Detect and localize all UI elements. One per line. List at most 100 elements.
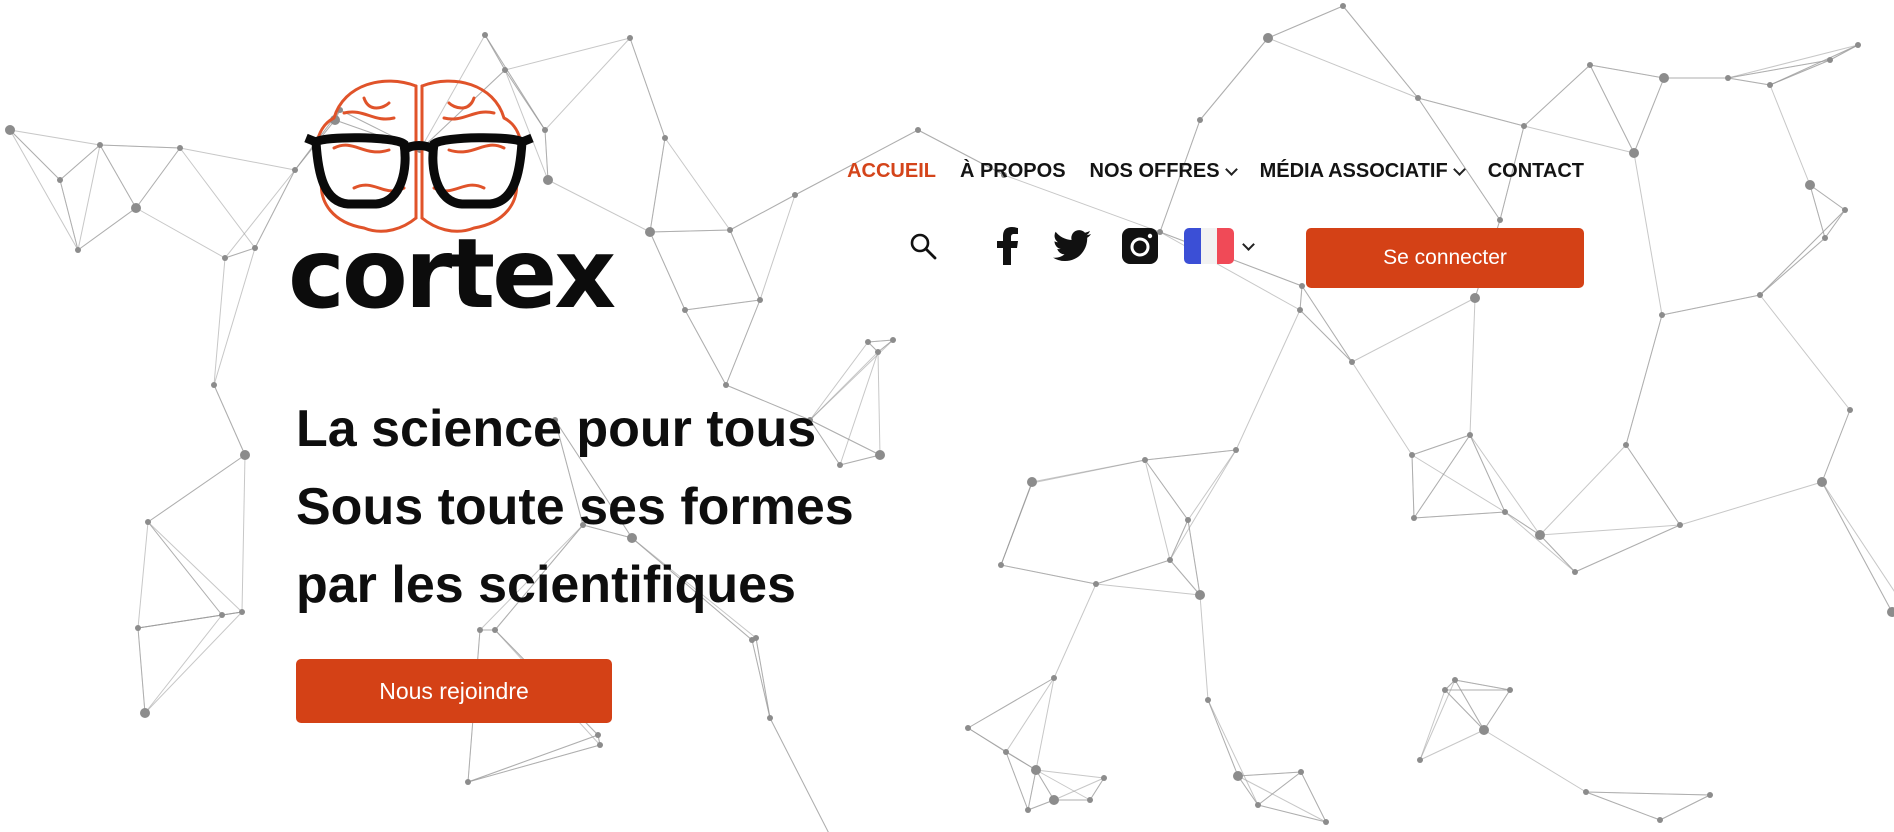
network-node [645, 227, 655, 237]
network-node [727, 227, 733, 233]
brand-name: cortex [288, 218, 616, 330]
network-node [1822, 235, 1828, 241]
network-node [1725, 75, 1731, 81]
network-node [1263, 33, 1273, 43]
network-node [1805, 180, 1815, 190]
network-node [1003, 749, 1009, 755]
network-node [998, 562, 1004, 568]
brain-glasses-icon [304, 79, 534, 233]
twitter-icon[interactable] [1052, 226, 1092, 266]
nav-item-label: ACCUEIL [847, 160, 936, 182]
network-node [865, 339, 871, 345]
network-node [1521, 123, 1527, 129]
network-node [131, 203, 141, 213]
nav-item-label: MÉDIA ASSOCIATIF [1259, 160, 1448, 182]
hero-line-2: Sous toute ses formes [296, 478, 854, 536]
nav-item-a-propos[interactable]: À PROPOS [960, 160, 1066, 183]
network-node [1297, 307, 1303, 313]
network-node [875, 349, 881, 355]
network-node [1502, 509, 1508, 515]
search-icon[interactable] [906, 229, 940, 263]
network-node [682, 307, 688, 313]
network-node [1659, 312, 1665, 318]
network-node [662, 135, 668, 141]
network-node [875, 450, 885, 460]
instagram-icon[interactable] [1120, 226, 1160, 266]
network-node [597, 742, 603, 748]
network-node [627, 35, 633, 41]
network-node [145, 519, 151, 525]
network-node [1415, 95, 1421, 101]
hero: La science pour tous Sous toute ses form… [296, 390, 854, 624]
network-node [97, 142, 103, 148]
network-node [57, 177, 63, 183]
network-node [1101, 775, 1107, 781]
logo[interactable]: cortex [288, 78, 616, 322]
network-node [1323, 819, 1329, 825]
language-selector[interactable] [1184, 228, 1255, 264]
network-node [965, 725, 971, 731]
network-node [767, 715, 773, 721]
network-node [239, 609, 245, 615]
network-node [1409, 452, 1415, 458]
network-node [1507, 687, 1513, 693]
network-node [1233, 771, 1243, 781]
nav-item-label: NOS OFFRES [1089, 160, 1220, 182]
flag-fr-icon [1184, 228, 1234, 264]
hero-line-1: La science pour tous [296, 400, 817, 458]
network-node [177, 145, 183, 151]
network-node [1340, 3, 1346, 9]
network-node [502, 67, 508, 73]
network-node [1185, 517, 1191, 523]
network-node [1623, 442, 1629, 448]
nav-item-nos-offres[interactable]: NOS OFFRES [1089, 160, 1238, 183]
network-node [75, 247, 81, 253]
network-node [1470, 293, 1480, 303]
background-network [5, 3, 1894, 832]
network-node [1497, 217, 1503, 223]
network-node [1255, 802, 1261, 808]
header-tools [906, 226, 1255, 266]
nav-item-accueil[interactable]: ACCUEIL [847, 160, 936, 183]
network-node [1029, 480, 1035, 486]
network-node [1087, 797, 1093, 803]
network-node [749, 637, 755, 643]
nav-item-label: À PROPOS [959, 160, 1066, 182]
chevron-down-icon [1224, 163, 1238, 176]
network-node [1417, 757, 1423, 763]
network-node [723, 382, 729, 388]
join-button[interactable]: Nous rejoindre [296, 659, 612, 723]
network-node [1583, 789, 1589, 795]
network-node [1842, 207, 1848, 213]
network-node [1479, 725, 1489, 735]
network-node [492, 627, 498, 633]
network-node [1855, 42, 1861, 48]
network-node [1195, 590, 1205, 600]
network-node [1827, 57, 1833, 63]
network-node [222, 255, 228, 261]
network-node [595, 732, 601, 738]
network-node [792, 192, 798, 198]
network-node [211, 382, 217, 388]
hero-line-3: par les scientifiques [296, 556, 796, 614]
network-node [1442, 687, 1448, 693]
network-node [1167, 557, 1173, 563]
network-node [1757, 292, 1763, 298]
network-node [252, 245, 258, 251]
nav-item-contact[interactable]: CONTACT [1488, 160, 1584, 183]
network-node [757, 297, 763, 303]
network-node [1349, 359, 1355, 365]
network-node [1142, 457, 1148, 463]
network-node [1051, 675, 1057, 681]
facebook-icon[interactable] [990, 226, 1026, 266]
network-node [135, 625, 141, 631]
nav-item-media-associatif[interactable]: MÉDIA ASSOCIATIF [1259, 160, 1466, 183]
network-node [1629, 148, 1639, 158]
network-node [1677, 522, 1683, 528]
main-nav: ACCUEIL À PROPOS NOS OFFRES MÉDIA ASSOCI… [823, 160, 1584, 183]
network-node [1049, 795, 1059, 805]
network-node [1233, 447, 1239, 453]
network-node [1025, 807, 1031, 813]
login-button[interactable]: Se connecter [1306, 228, 1584, 288]
network-node [1887, 607, 1894, 617]
